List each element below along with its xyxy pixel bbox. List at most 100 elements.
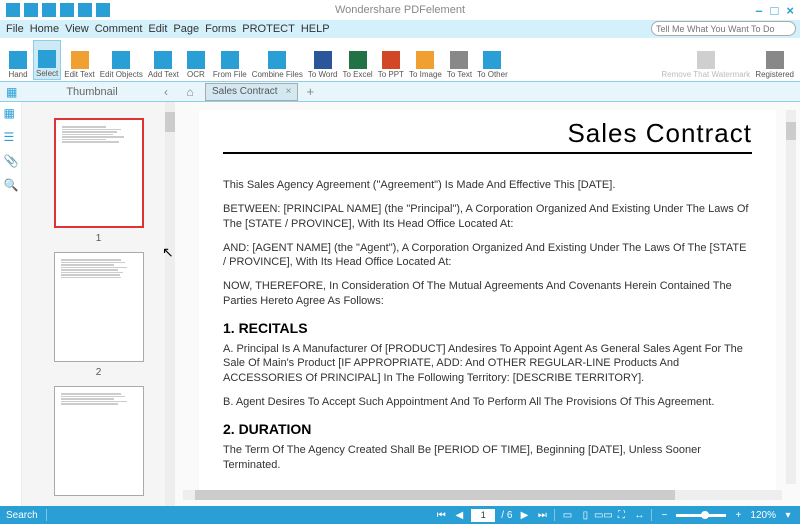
doc-vscroll-handle[interactable] [786,122,796,140]
tab-close-icon[interactable]: × [286,86,292,97]
zoom-slider[interactable] [676,514,726,517]
window-controls: – □ × [755,3,800,18]
prev-page-icon[interactable]: ◀ [453,509,465,521]
thumbnail-page-3[interactable] [54,386,144,496]
first-page-icon[interactable]: ⏮ [435,509,447,521]
doc-p5: A. Principal Is A Manufacturer Of [PRODU… [223,342,752,385]
title-rule [223,152,752,154]
qat-undo-icon[interactable] [78,3,92,17]
close-button[interactable]: × [786,3,794,18]
panel-grid-icon[interactable]: ▦ [6,85,20,99]
doc-h2-duration: 2. DURATION [223,421,752,437]
tab-label: Sales Contract [212,86,278,97]
ribbon-combine[interactable]: Combine Files [250,40,305,80]
document-area: Sales Contract This Sales Agency Agreeme… [175,102,800,506]
thumbnails-icon[interactable]: ▦ [4,106,18,120]
status-search[interactable]: Search [6,510,38,521]
doc-p7: The Term Of The Agency Created Shall Be … [223,443,752,472]
ribbon-edit-objects[interactable]: Edit Objects [98,40,145,80]
search-panel-icon[interactable]: 🔍 [4,178,18,192]
thumb-num-2: 2 [96,367,102,378]
ribbon-to-word[interactable]: To Word [306,40,340,80]
thumb-num-1: 1 [96,233,102,244]
view-single-icon[interactable]: ▭ [561,509,573,521]
doc-p1: This Sales Agency Agreement ("Agreement"… [223,178,752,192]
menu-page[interactable]: Page [171,23,201,35]
menu-home[interactable]: Home [28,23,61,35]
thumbnail-page-2[interactable] [54,252,144,362]
ribbon-registered[interactable]: Registered [753,40,796,80]
menu-edit[interactable]: Edit [146,23,169,35]
maximize-button[interactable]: □ [771,3,779,18]
doc-p4: NOW, THEREFORE, In Consideration Of The … [223,279,752,308]
view-continuous-icon[interactable]: ▯ [579,509,591,521]
tab-row: ▦ Thumbnail ‹ ⌂ Sales Contract × + [0,82,800,102]
zoom-in-icon[interactable]: + [732,509,744,521]
fit-page-icon[interactable]: ⛶ [615,509,627,521]
ribbon-hand[interactable]: Hand [4,40,32,80]
fit-width-icon[interactable]: ↔ [633,509,645,521]
ribbon-add-text[interactable]: Add Text [146,40,181,80]
doc-title: Sales Contract [223,118,752,149]
menu-help[interactable]: HELP [299,23,332,35]
ribbon-remove-watermark[interactable]: Remove That Watermark [659,40,752,80]
menu-forms[interactable]: Forms [203,23,238,35]
menu-file[interactable]: File [4,23,26,35]
ribbon-to-other[interactable]: To Other [475,40,510,80]
minimize-button[interactable]: – [755,3,762,18]
status-bar: Search ⏮ ◀ / 6 ▶ ⏭ ▭ ▯ ▭▭ ⛶ ↔ − + 120% ▾ [0,506,800,524]
qat-print-icon[interactable] [42,3,56,17]
thumb-scrollbar[interactable] [165,102,175,506]
home-tab-icon[interactable]: ⌂ [181,83,199,101]
thumbnail-panel: 1 2 ↖ [22,102,175,506]
thumbnail-page-1[interactable] [54,118,144,228]
document-tabs: ⌂ Sales Contract × + [175,83,800,101]
page-total: / 6 [501,510,512,521]
qat-mail-icon[interactable] [60,3,74,17]
ribbon-to-text[interactable]: To Text [445,40,474,80]
zoom-dropdown-icon[interactable]: ▾ [782,509,794,521]
page-input[interactable] [471,509,495,522]
ribbon-to-ppt[interactable]: To PPT [376,40,406,80]
ribbon-ocr[interactable]: OCR [182,40,210,80]
vertical-toolbar: ▦ ☰ 📎 🔍 [0,102,22,506]
ribbon-to-image[interactable]: To Image [407,40,444,80]
view-facing-icon[interactable]: ▭▭ [597,509,609,521]
collapse-panel-icon[interactable]: ‹ [164,85,168,99]
qat-open-icon[interactable] [6,3,20,17]
quick-access-toolbar [0,3,110,17]
app-title: Wondershare PDFelement [335,4,465,16]
ribbon-to-excel[interactable]: To Excel [340,40,374,80]
last-page-icon[interactable]: ⏭ [536,509,548,521]
bookmarks-icon[interactable]: ☰ [4,130,18,144]
attachments-icon[interactable]: 📎 [4,154,18,168]
doc-hscroll-handle[interactable] [195,490,675,500]
doc-p6: B. Agent Desires To Accept Such Appointm… [223,395,752,409]
qat-save-icon[interactable] [24,3,38,17]
doc-p2: BETWEEN: [PRINCIPAL NAME] (the "Principa… [223,202,752,231]
thumb-scrollbar-handle[interactable] [165,112,175,132]
title-bar: Wondershare PDFelement – □ × [0,0,800,20]
qat-redo-icon[interactable] [96,3,110,17]
ribbon-edit-text[interactable]: Edit Text [62,40,97,80]
menu-protect[interactable]: PROTECT [240,23,297,35]
doc-h2-recitals: 1. RECITALS [223,320,752,336]
tab-sales-contract[interactable]: Sales Contract × [205,83,298,101]
new-tab-button[interactable]: + [306,84,314,99]
tell-me-input[interactable] [651,21,796,36]
menu-comment[interactable]: Comment [93,23,145,35]
ribbon-from-file[interactable]: From File [211,40,249,80]
document-page: Sales Contract This Sales Agency Agreeme… [199,110,776,494]
next-page-icon[interactable]: ▶ [518,509,530,521]
zoom-value: 120% [750,510,776,521]
menu-bar: File Home View Comment Edit Page Forms P… [0,20,800,38]
doc-vscrollbar[interactable] [786,110,796,484]
ribbon-select[interactable]: Select [33,40,61,80]
thumbnail-title: Thumbnail [66,86,117,98]
doc-p3: AND: [AGENT NAME] (the "Agent"), A Corpo… [223,241,752,270]
zoom-out-icon[interactable]: − [658,509,670,521]
menu-view[interactable]: View [63,23,91,35]
thumbnail-header: ▦ Thumbnail ‹ [0,82,175,101]
ribbon: Hand Select Edit Text Edit Objects Add T… [0,38,800,82]
main-area: ▦ ☰ 📎 🔍 1 2 ↖ Sales Contract This Sales … [0,102,800,506]
